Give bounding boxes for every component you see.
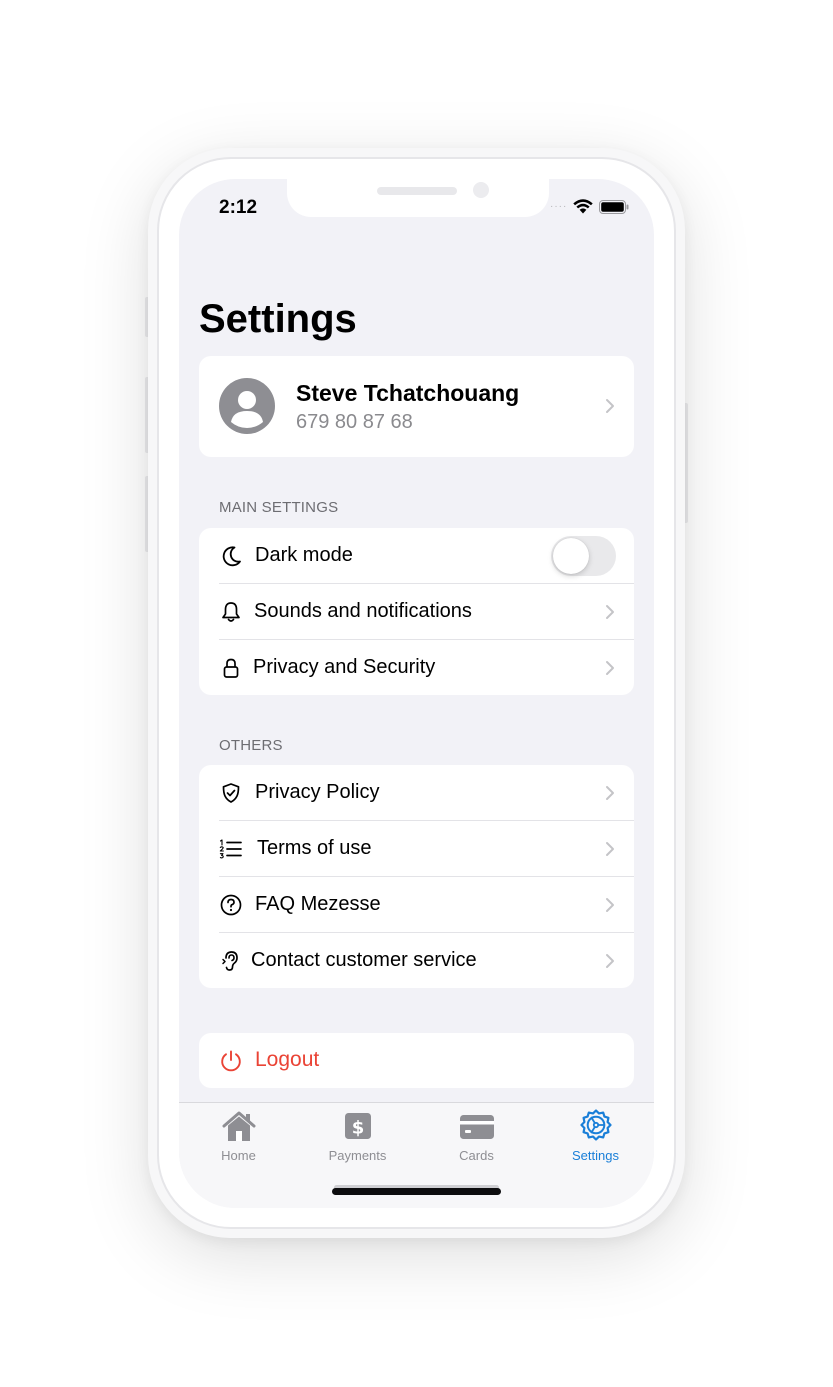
tab-cards[interactable]: Cards xyxy=(417,1103,536,1173)
power-icon xyxy=(221,1050,241,1072)
status-icons: ···· xyxy=(550,199,629,214)
sounds-notifications-label: Sounds and notifications xyxy=(254,600,472,622)
profile-phone: 679 80 87 68 xyxy=(296,411,413,433)
wifi-icon xyxy=(573,199,594,214)
gear-icon xyxy=(580,1109,612,1141)
chevron-right-icon xyxy=(606,399,614,413)
question-circle-icon xyxy=(220,894,242,916)
logout-label: Logout xyxy=(255,1048,320,1071)
logout-button[interactable]: Logout xyxy=(199,1033,634,1088)
faq-label: FAQ Mezesse xyxy=(255,893,381,915)
tab-payments-label: Payments xyxy=(328,1148,387,1163)
chevron-right-icon xyxy=(606,605,614,619)
stage: 2:12 ···· Settings Steve Tchatchouang 67… xyxy=(0,0,833,1387)
others-card: Privacy Policy Terms of use FAQ Mezesse … xyxy=(199,765,634,988)
terms-of-use-row[interactable]: Terms of use xyxy=(199,821,634,877)
faq-row[interactable]: FAQ Mezesse xyxy=(199,877,634,933)
contact-customer-service-row[interactable]: Contact customer service xyxy=(199,933,634,988)
card-icon xyxy=(460,1115,494,1139)
front-camera xyxy=(473,182,489,198)
speaker xyxy=(377,187,457,195)
list-icon xyxy=(219,839,242,859)
phone-frame: 2:12 ···· Settings Steve Tchatchouang 67… xyxy=(148,148,685,1238)
profile-name: Steve Tchatchouang xyxy=(296,380,520,406)
signal-icon: ···· xyxy=(550,201,568,212)
chevron-right-icon xyxy=(606,661,614,675)
tab-settings-label: Settings xyxy=(572,1148,619,1163)
privacy-policy-row[interactable]: Privacy Policy xyxy=(199,765,634,821)
page-title: Settings xyxy=(199,297,357,341)
privacy-security-row[interactable]: Privacy and Security xyxy=(199,640,634,695)
dark-mode-toggle[interactable] xyxy=(551,536,616,576)
svg-text:$: $ xyxy=(352,1118,365,1139)
dark-mode-label: Dark mode xyxy=(255,544,353,566)
contact-customer-service-label: Contact customer service xyxy=(251,949,477,971)
home-indicator[interactable] xyxy=(332,1188,501,1195)
terms-of-use-label: Terms of use xyxy=(257,837,372,859)
tab-cards-label: Cards xyxy=(459,1148,494,1163)
battery-icon xyxy=(599,199,629,214)
main-settings-header: MAIN SETTINGS xyxy=(219,499,339,516)
person-icon xyxy=(231,391,263,428)
ear-icon xyxy=(222,951,238,971)
tab-bar: Home $ Payments Cards Settings xyxy=(179,1102,654,1208)
chevron-right-icon xyxy=(606,786,614,800)
sounds-notifications-row[interactable]: Sounds and notifications xyxy=(199,584,634,640)
bell-icon xyxy=(222,602,240,622)
tab-home[interactable]: Home xyxy=(179,1103,298,1173)
main-settings-card: Dark mode Sounds and notifications Priva… xyxy=(199,528,634,695)
tab-home-label: Home xyxy=(221,1148,256,1163)
house-icon xyxy=(222,1111,256,1141)
toggle-knob xyxy=(553,538,589,574)
shield-check-icon xyxy=(222,783,240,803)
moon-icon xyxy=(222,546,241,567)
notch xyxy=(287,179,549,217)
chevron-right-icon xyxy=(606,898,614,912)
privacy-security-label: Privacy and Security xyxy=(253,656,436,678)
others-header: OTHERS xyxy=(219,737,283,754)
dark-mode-row: Dark mode xyxy=(199,528,634,584)
status-time: 2:12 xyxy=(219,197,258,218)
profile-card[interactable]: Steve Tchatchouang 679 80 87 68 xyxy=(199,356,634,457)
phone-screen: 2:12 ···· Settings Steve Tchatchouang 67… xyxy=(179,179,654,1208)
chevron-right-icon xyxy=(606,842,614,856)
lock-icon xyxy=(223,658,239,678)
avatar xyxy=(219,378,275,434)
privacy-policy-label: Privacy Policy xyxy=(255,781,380,803)
tab-settings[interactable]: Settings xyxy=(536,1103,654,1173)
chevron-right-icon xyxy=(606,954,614,968)
dollar-icon: $ xyxy=(345,1113,371,1139)
tab-payments[interactable]: $ Payments xyxy=(298,1103,417,1173)
